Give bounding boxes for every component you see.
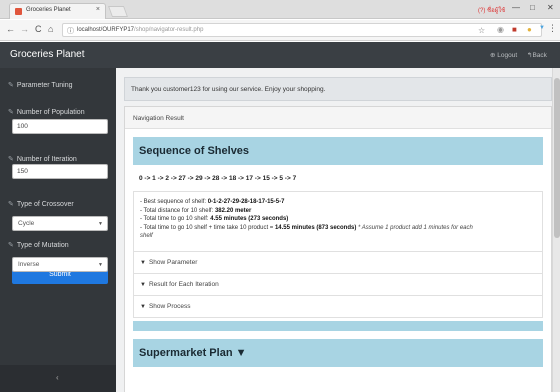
app-header: Groceries Planet ⊕ Logout ↰Back — [0, 42, 560, 68]
population-input[interactable]: 100 — [12, 119, 108, 134]
result-each-iteration-label: Result for Each Iteration — [148, 281, 219, 288]
url-text: localhost/OURFYP17/shop/navigator-result… — [77, 27, 203, 33]
time-product-value: 14.55 minutes (873 seconds) — [274, 224, 357, 231]
reload-icon[interactable]: C — [35, 24, 42, 34]
chevron-down-icon: ▼ — [140, 260, 146, 266]
wrench-icon: ✎ — [8, 109, 14, 116]
iteration-label-row: ✎ Number of Iteration — [8, 155, 77, 163]
scrollbar-thumb[interactable] — [554, 78, 560, 238]
url-path: /shop/navigator-result.php — [134, 27, 204, 33]
show-process-toggle[interactable]: ▼ Show Process — [133, 296, 543, 318]
browser-tab[interactable]: Groceries Planet × — [9, 3, 106, 19]
chevron-down-icon: ▼ — [140, 304, 146, 310]
supermarket-plan-label: Supermarket Plan — [139, 347, 236, 359]
crossover-select-value: Cycle — [18, 220, 35, 227]
best-sequence-value: 0-1-2-27-29-28-18-17-15-5-7 — [207, 199, 285, 205]
time-prefix: - Total time to go 10 shelf: — [140, 216, 211, 223]
chevron-down-icon: ▼ — [235, 347, 247, 359]
mutation-label-row: ✎ Type of Mutation — [8, 241, 69, 249]
extension-icon-3[interactable]: ● — [527, 25, 532, 34]
info-icon[interactable]: ⓘ — [67, 26, 74, 36]
assumption-note-2: shelf — [140, 233, 153, 240]
distance-prefix: - Total distance for 10 shelf: — [140, 207, 215, 214]
best-sequence-line: - Best sequence of shelf: 0-1-2-27-29-28… — [140, 198, 536, 207]
population-label: Number of Population — [16, 109, 85, 116]
maximize-icon[interactable]: □ — [530, 3, 535, 12]
crossover-select[interactable]: Cycle ▼ — [12, 216, 108, 231]
minimize-icon[interactable]: — — [512, 3, 520, 12]
mutation-select-value: Inverse — [18, 261, 40, 268]
assumption-note: * Assume 1 product add 1 minutes for eac… — [358, 224, 473, 231]
logout-link[interactable]: ⊕ Logout — [490, 51, 517, 59]
show-parameter-toggle[interactable]: ▼ Show Parameter — [133, 252, 543, 274]
page-scrollbar[interactable] — [552, 68, 560, 392]
chevron-down-icon: ▼ — [140, 282, 146, 288]
sequence-of-shelves-heading: Sequence of Shelves — [133, 137, 543, 165]
browser-tabstrip: Groceries Planet × (?) ชื่อผู้ใช้ — □ ✕ — [0, 0, 560, 19]
time-line: - Total time to go 10 shelf: 4.55 minute… — [140, 215, 536, 224]
supermarket-plan-heading[interactable]: Supermarket Plan ▼ — [133, 339, 543, 367]
main-content: Thank you customer123 for using our serv… — [116, 68, 560, 392]
show-parameter-label: Show Parameter — [148, 259, 198, 266]
url-host: localhost/OURFYP17 — [77, 27, 135, 33]
browser-toolbar: ← → C ⌂ ⓘ localhost/OURFYP17/shop/naviga… — [0, 20, 560, 41]
best-sequence-prefix: - Best sequence of shelf: — [140, 199, 208, 205]
chevron-left-icon[interactable]: ‹ — [56, 373, 59, 382]
show-process-label: Show Process — [148, 303, 191, 310]
close-window-icon[interactable]: ✕ — [547, 3, 554, 12]
address-bar[interactable]: ⓘ localhost/OURFYP17/shop/navigator-resu… — [62, 23, 542, 37]
population-label-row: ✎ Number of Population — [8, 108, 85, 116]
sidebar-collapse-bar[interactable]: ‹ — [0, 365, 116, 392]
navigation-result-panel: Navigation Result Sequence of Shelves 0 … — [124, 106, 552, 392]
bookmark-star-icon[interactable]: ☆ — [478, 26, 485, 35]
crossover-label: Type of Crossover — [16, 201, 74, 208]
iteration-input[interactable]: 150 — [12, 164, 108, 179]
back-arrow-icon[interactable]: ← — [6, 24, 15, 34]
time-value: 4.55 minutes (273 seconds) — [210, 216, 289, 223]
panel-title: Navigation Result — [125, 107, 551, 129]
select-caret-icon: ▼ — [98, 221, 103, 227]
shelf-sequence: 0 -> 1 -> 2 -> 27 -> 29 -> 28 -> 18 -> 1… — [139, 175, 297, 182]
wrench-icon: ✎ — [8, 242, 14, 249]
parameter-tuning-label: Parameter Tuning — [16, 82, 73, 89]
mutation-label: Type of Mutation — [16, 242, 69, 249]
home-icon[interactable]: ⌂ — [48, 24, 53, 34]
distance-value: 382.20 meter — [214, 207, 252, 214]
result-details: - Best sequence of shelf: 0-1-2-27-29-28… — [133, 191, 543, 252]
brand-title[interactable]: Groceries Planet — [10, 49, 84, 60]
extension-icon-1[interactable]: ◉ — [497, 25, 504, 34]
iteration-label: Number of Iteration — [16, 156, 77, 163]
select-caret-icon: ▼ — [98, 262, 103, 268]
thank-you-alert: Thank you customer123 for using our serv… — [124, 77, 552, 101]
favicon-icon — [15, 8, 22, 15]
result-each-iteration-toggle[interactable]: ▼ Result for Each Iteration — [133, 274, 543, 296]
parameter-tuning-heading: ✎ Parameter Tuning — [8, 81, 73, 89]
profile-label[interactable]: (?) ชื่อผู้ใช้ — [478, 5, 505, 15]
extension-icon-4[interactable]: ▼ — [539, 25, 545, 31]
extension-icon-2[interactable]: ■ — [512, 25, 517, 34]
back-link[interactable]: ↰Back — [527, 51, 547, 59]
sidebar: ✎ Parameter Tuning ✎ Number of Population … — [0, 68, 116, 392]
browser-menu-icon[interactable]: ⋮ — [548, 23, 557, 34]
wrench-icon: ✎ — [8, 156, 14, 163]
time-product-line: - Total time to go 10 shelf + time take … — [140, 224, 536, 233]
new-tab-button[interactable] — [107, 6, 129, 17]
mutation-select[interactable]: Inverse ▼ — [12, 257, 108, 272]
assumption-line-2: shelf — [140, 232, 536, 241]
distance-line: - Total distance for 10 shelf: 382.20 me… — [140, 207, 536, 216]
tab-close-icon[interactable]: × — [96, 6, 100, 13]
wrench-icon: ✎ — [8, 201, 14, 208]
time-product-prefix: - Total time to go 10 shelf + time take … — [140, 224, 275, 231]
wrench-icon: ✎ — [8, 82, 14, 89]
crossover-label-row: ✎ Type of Crossover — [8, 200, 74, 208]
forward-arrow-icon[interactable]: → — [20, 24, 29, 34]
tab-title: Groceries Planet — [26, 7, 71, 13]
sequence-section-footer — [133, 321, 543, 331]
